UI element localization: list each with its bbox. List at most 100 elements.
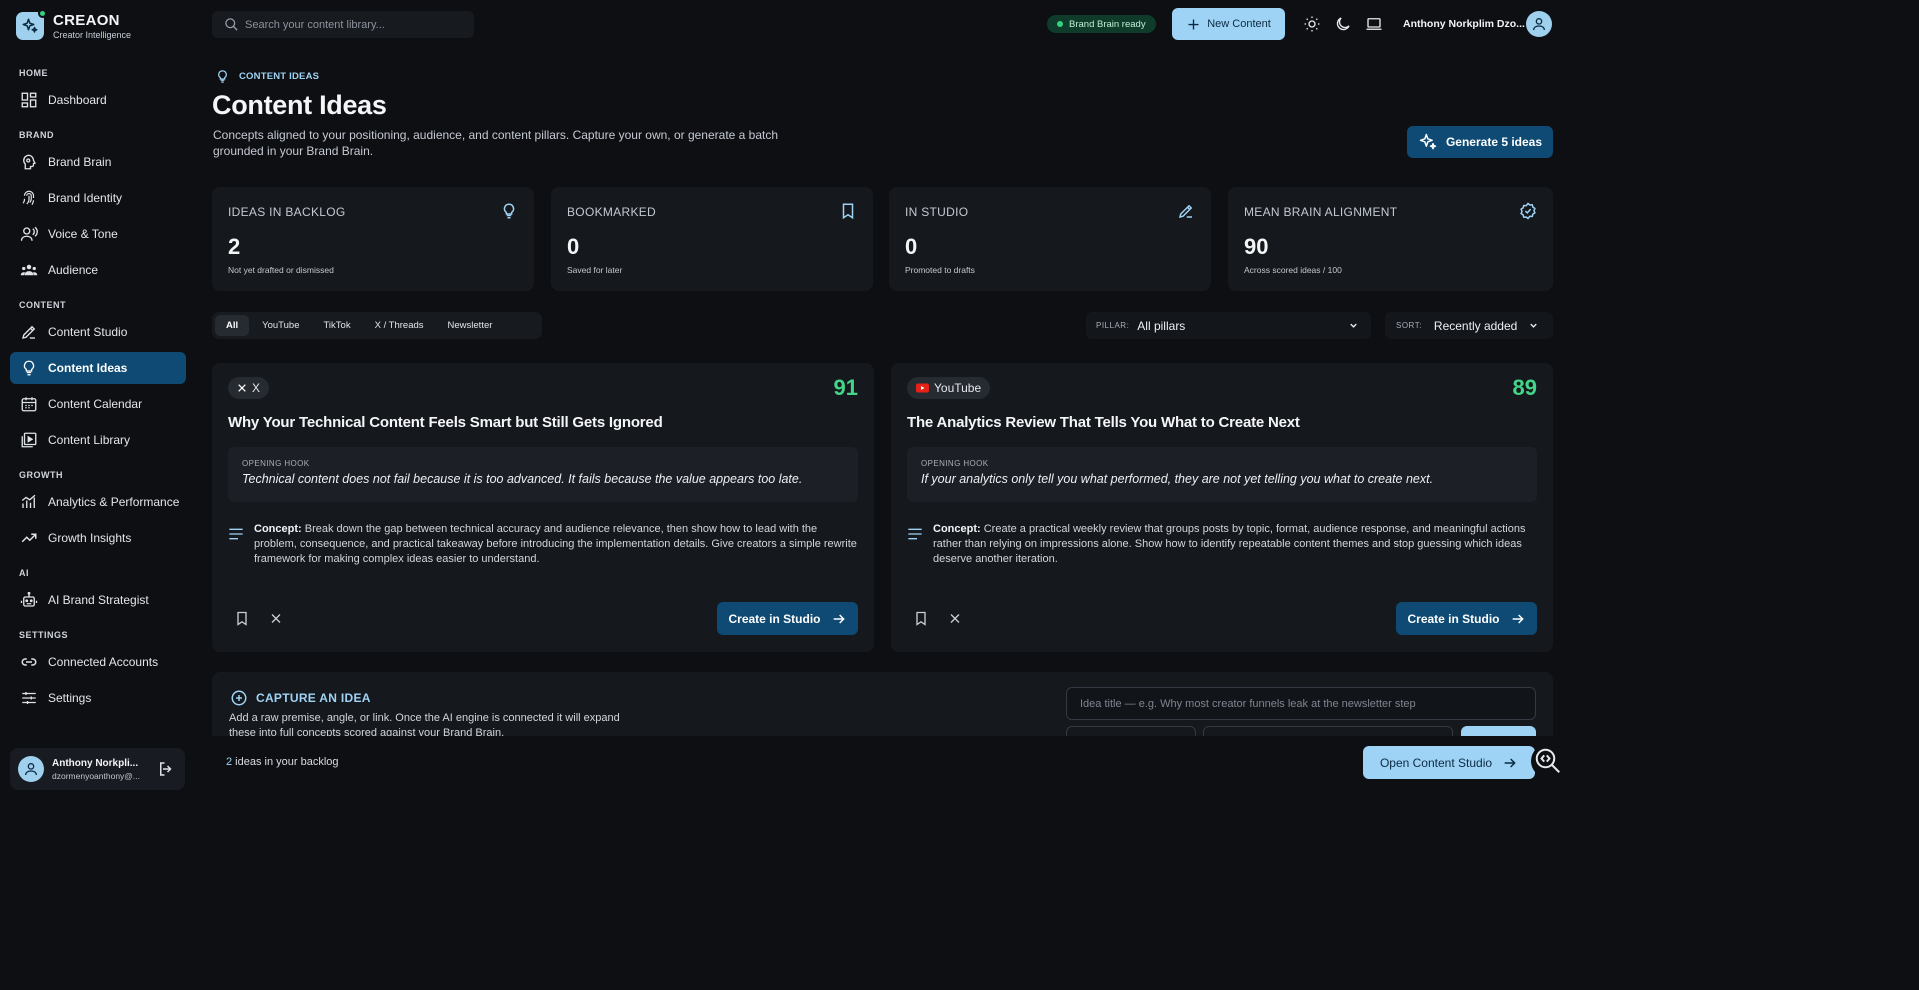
sidebar: CREAON Creator Intelligence HOME Dashboa…: [0, 0, 196, 809]
sidebar-item-label: Connected Accounts: [48, 655, 159, 669]
concept-label: Concept:: [254, 523, 302, 535]
analytics-icon: [21, 494, 36, 508]
verified-icon: [1519, 202, 1537, 220]
sidebar-item-audience[interactable]: Audience: [10, 254, 186, 286]
sidebar-item-ai-brand-strategist[interactable]: AI Brand Strategist: [10, 584, 186, 616]
concept: Concept: Create a practical weekly revie…: [907, 522, 1539, 567]
new-content-button[interactable]: New Content: [1172, 8, 1285, 40]
top-user-name[interactable]: Anthony Norkplim Dzo...: [1403, 18, 1525, 30]
sidebar-item-dashboard[interactable]: Dashboard: [10, 84, 186, 116]
x-logo-icon: [238, 384, 246, 392]
section-growth: GROWTH: [19, 470, 63, 480]
open-content-studio-button[interactable]: Open Content Studio: [1363, 746, 1535, 779]
arrow-right-icon: [1512, 613, 1524, 624]
sidebar-item-brand-brain[interactable]: Brand Brain: [10, 146, 186, 178]
stat-sub: Across scored ideas / 100: [1244, 265, 1342, 275]
tab-newsletter[interactable]: Newsletter: [437, 315, 504, 336]
stat-value: 0: [905, 234, 918, 259]
light-theme-button[interactable]: [1298, 10, 1326, 38]
brand[interactable]: CREAON Creator Intelligence: [16, 9, 131, 40]
sidebar-item-content-library[interactable]: Content Library: [10, 424, 186, 456]
sidebar-item-label: Dashboard: [48, 93, 107, 107]
library-icon: [21, 432, 37, 448]
calendar-icon: [21, 397, 37, 412]
idea-title-input[interactable]: Idea title — e.g. Why most creator funne…: [1066, 687, 1536, 720]
idea-platform-select[interactable]: [1066, 726, 1196, 736]
sort-label: SORT:: [1396, 321, 1422, 330]
section-content: CONTENT: [19, 300, 66, 310]
generate-label: Generate 5 ideas: [1445, 135, 1543, 149]
platform-label: X: [252, 381, 261, 395]
sidebar-item-label: Content Library: [48, 433, 131, 447]
concept-text: Concept: Break down the gap between tech…: [254, 522, 860, 567]
bookmark-icon[interactable]: [234, 610, 250, 627]
system-theme-button[interactable]: [1360, 10, 1388, 38]
search-input[interactable]: Search your content library...: [245, 19, 385, 31]
tab-x-threads[interactable]: X / Threads: [364, 315, 435, 336]
generate-ideas-button[interactable]: Generate 5 ideas: [1407, 126, 1553, 158]
sidebar-item-label: Voice & Tone: [48, 227, 118, 241]
idea-card: YouTube 89 The Analytics Review That Tel…: [891, 363, 1553, 652]
sidebar-item-content-studio[interactable]: Content Studio: [10, 316, 186, 348]
sidebar-item-label: Settings: [48, 691, 92, 705]
logout-button[interactable]: [157, 760, 175, 778]
stat-sub: Not yet drafted or dismissed: [228, 265, 334, 275]
sidebar-item-settings[interactable]: Settings: [10, 682, 186, 714]
sidebar-item-content-ideas[interactable]: Content Ideas: [10, 352, 186, 384]
pillar-select[interactable]: PILLAR: All pillars: [1086, 312, 1371, 339]
card-actions: [913, 610, 963, 627]
idea-pillar-select[interactable]: [1203, 726, 1453, 736]
top-avatar[interactable]: [1526, 11, 1552, 37]
dismiss-icon[interactable]: [268, 610, 284, 627]
create-label: Create in Studio: [728, 611, 821, 626]
dark-theme-button[interactable]: [1329, 10, 1357, 38]
capture-heading: CAPTURE AN IDEA: [230, 689, 371, 707]
sidebar-item-growth-insights[interactable]: Growth Insights: [10, 522, 186, 554]
capture-submit-button[interactable]: [1461, 726, 1536, 736]
stat-value: 0: [567, 234, 580, 259]
create-in-studio-button[interactable]: Create in Studio: [717, 602, 858, 635]
stat-label: BOOKMARKED: [567, 205, 657, 219]
sidebar-item-connected-accounts[interactable]: Connected Accounts: [10, 646, 186, 678]
tab-youtube[interactable]: YouTube: [251, 315, 310, 336]
arrow-right-icon: [1504, 757, 1516, 768]
tab-all[interactable]: All: [215, 315, 250, 336]
idea-title: The Analytics Review That Tells You What…: [907, 414, 1300, 431]
stat-card-bookmarked: BOOKMARKED 0 Saved for later: [551, 187, 873, 291]
pen-icon: [22, 325, 36, 339]
search-bar[interactable]: Search your content library...: [212, 11, 474, 38]
bookmark-icon[interactable]: [913, 610, 929, 627]
status-dot: [1057, 21, 1063, 27]
avatar: [18, 756, 44, 782]
card-actions: [234, 610, 284, 627]
stat-card-in-studio: IN STUDIO 0 Promoted to drafts: [889, 187, 1211, 291]
robot-icon: [20, 591, 38, 607]
brain-icon: [23, 154, 37, 170]
search-icon: [225, 18, 238, 31]
devtools-float-button[interactable]: [1531, 744, 1565, 778]
create-label: Create in Studio: [1407, 611, 1500, 626]
create-in-studio-button[interactable]: Create in Studio: [1396, 602, 1537, 635]
dismiss-icon[interactable]: [947, 610, 963, 627]
hook-text: Technical content does not fail because …: [242, 472, 803, 486]
stat-label: IN STUDIO: [905, 205, 969, 219]
tab-tiktok[interactable]: TikTok: [312, 315, 361, 336]
sort-select[interactable]: SORT: Recently added: [1385, 312, 1553, 339]
page-description: Concepts aligned to your positioning, au…: [213, 128, 779, 158]
sidebar-user-card[interactable]: Anthony Norkpli... dzormenyoanthony@...: [10, 748, 185, 790]
hook-text: If your analytics only tell you what per…: [921, 472, 1434, 486]
lightbulb-icon: [23, 360, 35, 376]
user-icon: [25, 763, 37, 776]
pillar-label: PILLAR:: [1096, 321, 1130, 330]
sidebar-item-content-calendar[interactable]: Content Calendar: [10, 388, 186, 420]
sparkles-logo-icon: [16, 9, 47, 40]
sidebar-item-brand-identity[interactable]: Brand Identity: [10, 182, 186, 214]
sliders-icon: [22, 692, 36, 704]
sidebar-item-voice-tone[interactable]: Voice & Tone: [10, 218, 186, 250]
hook-label: OPENING HOOK: [921, 459, 989, 468]
alignment-score: 91: [833, 375, 858, 400]
sidebar-item-analytics[interactable]: Analytics & Performance: [10, 486, 186, 518]
laptop-icon: [1366, 18, 1382, 30]
platform-chip: YouTube: [907, 377, 991, 399]
sidebar-item-label: Brand Identity: [48, 191, 123, 205]
